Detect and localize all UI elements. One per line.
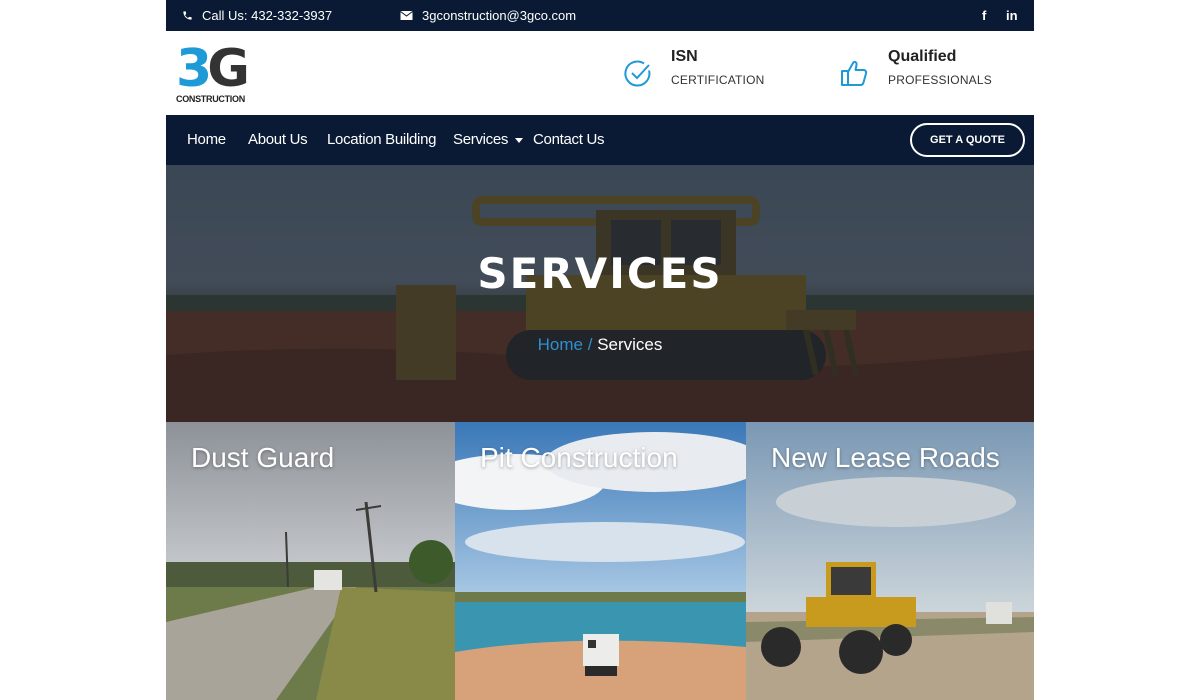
logo-subtitle: CONSTRUCTION [176,94,245,104]
header: 3G CONSTRUCTION ISN CERTIFICATION Qualif… [166,31,1034,115]
get-a-quote-button[interactable]: GET A QUOTE [910,123,1025,157]
service-card-title: Dust Guard [191,442,335,473]
service-card-title: Pit Construction [480,442,678,473]
service-cards: Dust Guard Pit Construction New Lease Ro… [166,422,1034,700]
phone-contact[interactable]: Call Us: 432-332-3937 [182,0,332,31]
feature-title: ISN [671,48,698,65]
nav-item-services[interactable]: Services [453,115,524,165]
breadcrumb-separator: / [587,335,593,354]
email-contact[interactable]: 3gconstruction@3gco.com [400,0,576,31]
service-card-title: New Lease Roads [771,442,1000,473]
feature-title: Qualified [888,48,957,65]
page-title: SERVICES [477,249,723,298]
service-card-new-lease-roads[interactable]: New Lease Roads [746,422,1034,700]
nav-item-about-us[interactable]: About Us [248,115,308,165]
nav-item-services-label: Services [453,131,509,148]
envelope-icon [400,11,413,20]
breadcrumb: Home / Services [166,335,1034,355]
site-logo[interactable]: 3G CONSTRUCTION [176,40,252,106]
nav-item-contact-us[interactable]: Contact Us [533,115,605,165]
hero-banner: SERVICES Home / Services [166,165,1034,422]
service-card-dust-guard[interactable]: Dust Guard [166,422,455,700]
phone-text: Call Us: 432-332-3937 [202,8,333,23]
email-text: 3gconstruction@3gco.com [422,8,577,23]
thumbs-up-icon [841,60,868,86]
isn-certification-feature: ISN CERTIFICATION [623,46,793,96]
breadcrumb-current: Services [597,335,663,354]
chevron-down-icon [515,137,524,143]
breadcrumb-home-link[interactable]: Home [538,335,583,354]
service-card-pit-construction[interactable]: Pit Construction [455,422,746,700]
linkedin-icon[interactable]: in [1006,0,1018,31]
nav-item-home[interactable]: Home [187,115,226,165]
phone-icon [183,11,192,20]
site-container: Call Us: 432-332-3937 3gconstruction@3gc… [166,0,1034,700]
logo-mark: 3G [176,39,250,99]
check-circle-icon [624,60,651,87]
main-nav: Home About Us Location Building Services… [166,115,1034,165]
nav-item-location-building[interactable]: Location Building [327,115,436,165]
qualified-professionals-feature: Qualified PROFESSIONALS [840,46,1020,96]
top-bar: Call Us: 432-332-3937 3gconstruction@3gc… [166,0,1034,31]
feature-subtitle: PROFESSIONALS [888,73,992,87]
facebook-icon[interactable]: f [982,0,986,31]
feature-subtitle: CERTIFICATION [671,73,765,87]
